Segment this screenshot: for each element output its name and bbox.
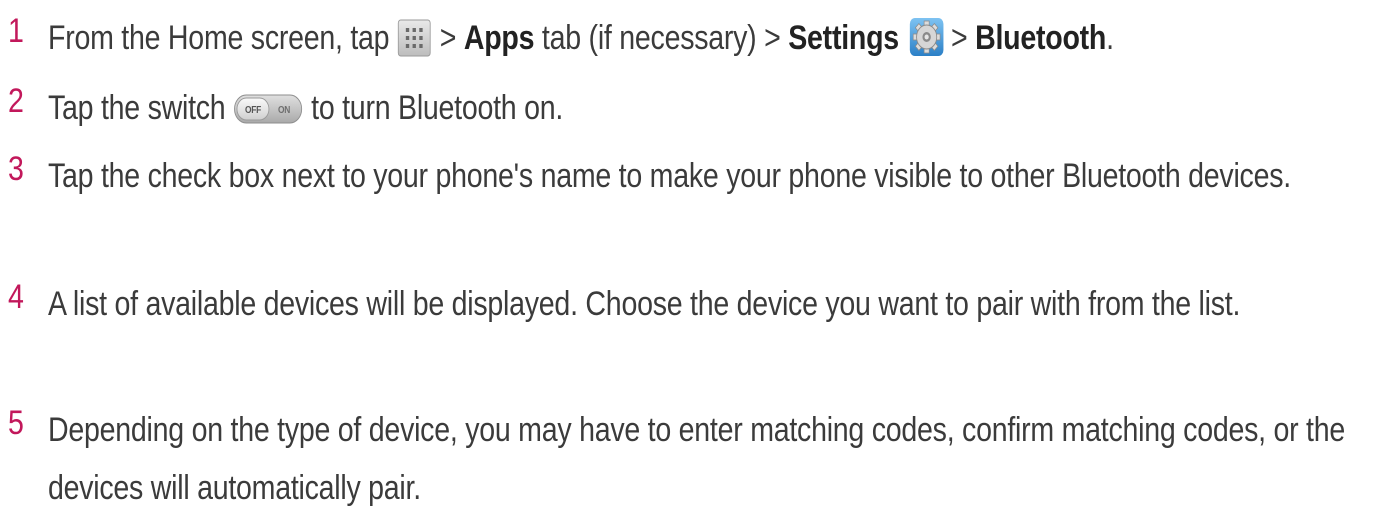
step-number: 3: [8, 150, 24, 188]
step-1-text-part: From the Home screen, tap: [48, 19, 390, 57]
apps-grid-icon: [398, 17, 432, 57]
step-1-text-part: >: [439, 19, 457, 57]
step-text: Tap the check box next to your phone's n…: [48, 157, 1291, 195]
step-text: A list of available devices will be disp…: [48, 285, 1241, 323]
switch-off-text: OFF: [245, 104, 262, 115]
step-2-text-part: Tap the switch: [48, 89, 226, 127]
step-number: 2: [8, 82, 24, 120]
bluetooth-label: Bluetooth: [975, 19, 1107, 57]
apps-tab-label: Apps: [463, 19, 535, 57]
step-1-text-part: tab (if necessary) >: [541, 19, 781, 57]
step-text: From the Home screen, tap > Apps tab (if…: [48, 9, 1375, 67]
step-1-text-part: .: [1106, 19, 1114, 57]
step-number: 5: [8, 404, 24, 442]
step-number: 4: [8, 278, 24, 316]
settings-label: Settings: [788, 19, 899, 57]
off-on-switch-icon: OFF ON: [234, 85, 303, 124]
settings-gear-icon: [909, 17, 944, 57]
step-text: Depending on the type of device, you may…: [48, 411, 1345, 507]
step-2-text-part: to turn Bluetooth on.: [311, 89, 564, 127]
switch-on-text: ON: [278, 104, 291, 115]
step-number: 1: [8, 12, 24, 50]
step-1-text-part: >: [950, 19, 968, 57]
step-text: Tap the switch OFF ON to turn Bluetooth …: [48, 79, 1375, 137]
